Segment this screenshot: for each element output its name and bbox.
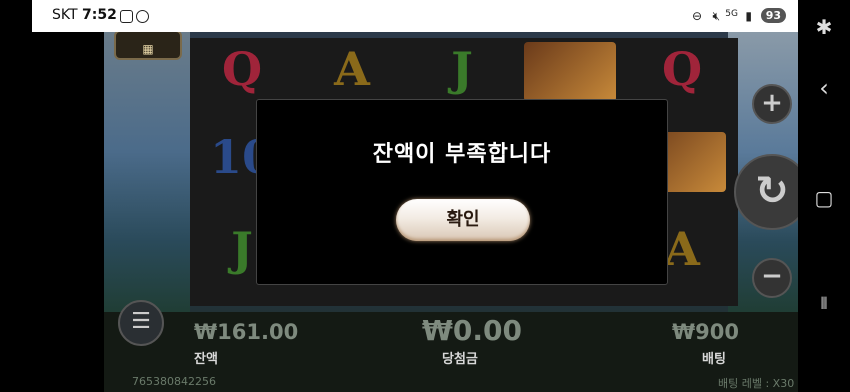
decrease-bet-button[interactable]: −: [752, 258, 792, 298]
increase-bet-button[interactable]: +: [752, 84, 792, 124]
reel-symbol: Q: [221, 42, 263, 96]
mute-icon: 🔇︎: [712, 9, 720, 23]
round-id: 765380842256: [132, 375, 216, 388]
win-value: ₩0.00: [422, 314, 522, 347]
stadium-left: [104, 32, 190, 332]
recents-icon[interactable]: ⦀: [814, 294, 834, 314]
dialog-message: 잔액이 부족합니다: [372, 142, 552, 167]
screenshot-icon: [120, 10, 133, 23]
accessibility-icon[interactable]: ✱: [814, 15, 834, 39]
confirm-button[interactable]: 확인: [396, 199, 530, 241]
bonus-button[interactable]: ▦: [114, 32, 182, 60]
dnd-icon: ⊖: [691, 9, 702, 23]
reel-symbol: J: [451, 42, 473, 96]
home-icon[interactable]: ▢: [814, 186, 834, 210]
balance-value: ₩161.00: [194, 320, 299, 344]
battery-indicator: 93: [760, 8, 786, 23]
balance-label: 잔액: [194, 352, 218, 367]
bet-level: 배팅 레벨 : X30: [718, 377, 795, 390]
signal-icon: ▮: [745, 9, 752, 23]
back-icon[interactable]: ‹: [814, 74, 834, 102]
info-bar: ₩161.00 잔액 ₩0.00 당첨금 ₩900 배팅 76538084225…: [104, 312, 798, 392]
navigation-bar: ✱ ‹ ▢ ⦀: [798, 0, 850, 392]
carrier-label: SKT: [52, 7, 78, 23]
win-label: 당첨금: [442, 352, 478, 367]
bet-value: ₩900: [672, 320, 739, 344]
menu-button[interactable]: ☰: [118, 300, 164, 346]
bet-label: 배팅: [702, 352, 726, 367]
player-symbol: [524, 42, 616, 102]
5g-icon: 5G: [725, 9, 738, 19]
clock: 7:52: [82, 7, 117, 23]
reel-symbol: Q: [661, 42, 703, 96]
chat-icon: [136, 10, 149, 23]
reel-symbol: A: [334, 42, 370, 96]
status-bar: SKT 7:52 ⊖ 🔇︎ 5G ▮ 93: [32, 0, 798, 32]
insufficient-balance-dialog: 잔액이 부족합니다 확인: [256, 99, 668, 285]
